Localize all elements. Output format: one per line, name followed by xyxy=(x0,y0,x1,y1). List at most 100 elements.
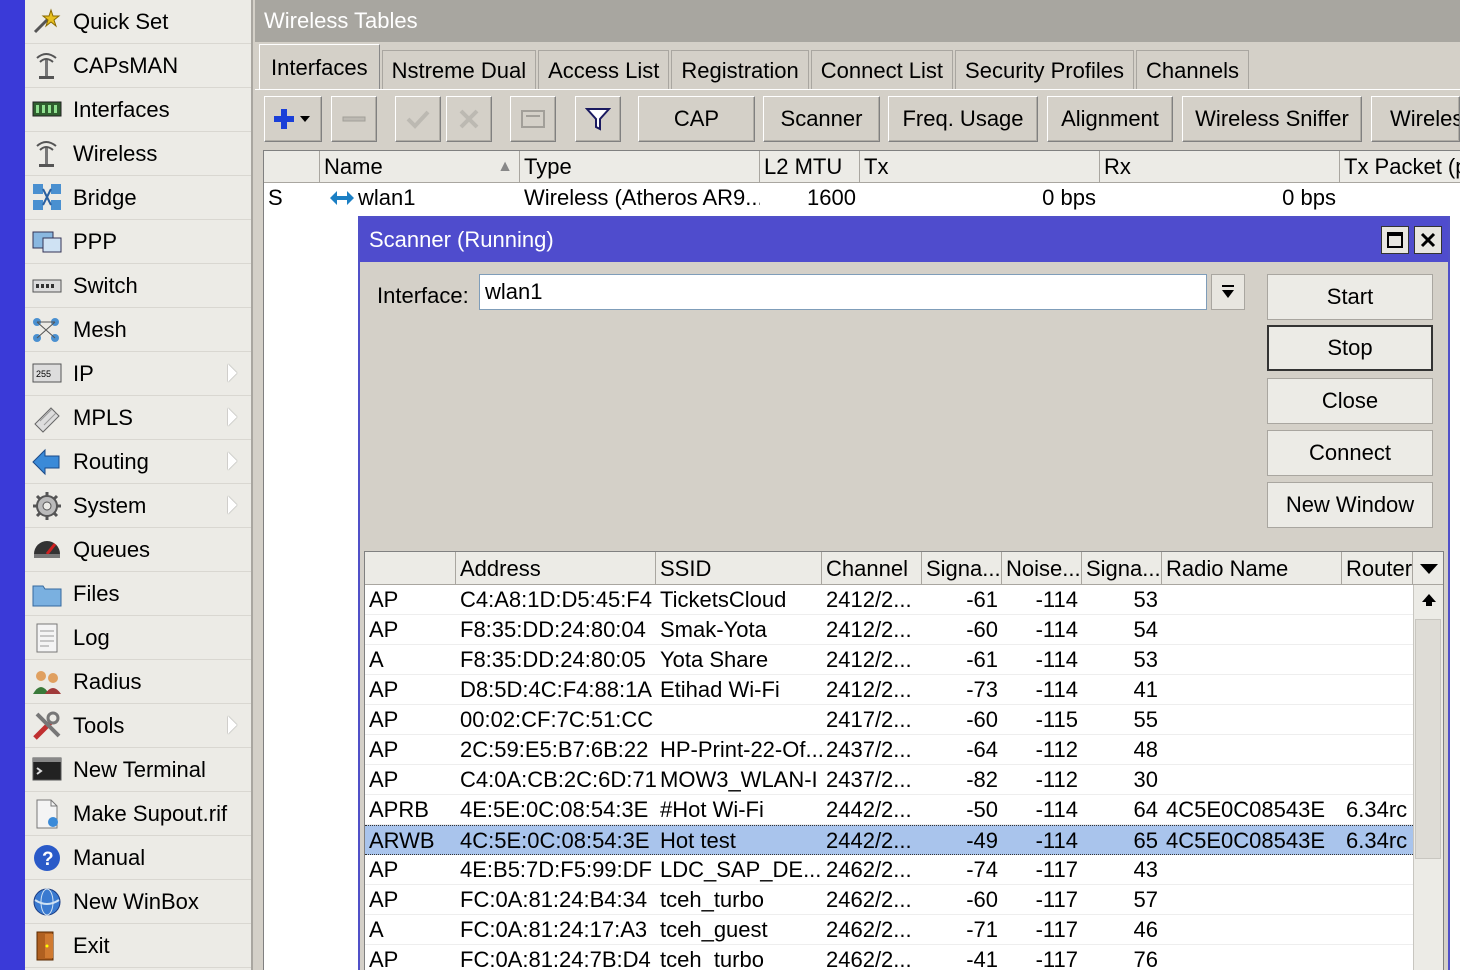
cell-address: 4E:5E:0C:08:54:3E xyxy=(460,797,649,822)
col-ssid[interactable]: SSID xyxy=(656,552,822,585)
cell-ssid: HP-Print-22-Of... xyxy=(660,737,822,762)
interface-dropdown[interactable] xyxy=(1211,274,1245,310)
table-row[interactable]: AP F8:35:DD:24:80:04 Smak-Yota 2412/2... -60… xyxy=(365,615,1413,645)
tab-interfaces[interactable]: Interfaces xyxy=(259,44,380,90)
cell-channel: 2437/2... xyxy=(826,737,912,762)
cell-signal-to-noise: 76 xyxy=(1133,947,1158,970)
table-row[interactable]: AP 4E:B5:7D:F5:99:DF LDC_SAP_DE... 2462/2..… xyxy=(365,855,1413,885)
sidebar-item-capsman[interactable]: CAPsMAN xyxy=(25,44,251,88)
cell-channel: 2412/2... xyxy=(826,587,912,612)
wand-icon xyxy=(30,7,64,37)
col-signal-to-noise[interactable]: Signa... xyxy=(1082,552,1162,585)
sidebar-item-files[interactable]: Files xyxy=(25,572,251,616)
table-row[interactable]: AP D8:5D:4C:F4:88:1A Etihad Wi-Fi 2412/2...… xyxy=(365,675,1413,705)
col-address[interactable]: Address xyxy=(456,552,656,585)
scrollbar-thumb[interactable] xyxy=(1415,619,1441,859)
table-row[interactable]: A FC:0A:81:24:17:A3 tceh_guest 2462/2... -71… xyxy=(365,915,1413,945)
table-row[interactable]: APRB 4E:5E:0C:08:54:3E #Hot Wi-Fi 2442/2...… xyxy=(365,795,1413,825)
col-channel[interactable]: Channel xyxy=(822,552,922,585)
add-button[interactable] xyxy=(264,96,322,142)
sidebar-item-routing[interactable]: Routing xyxy=(25,440,251,484)
sidebar-item-wireless[interactable]: Wireless xyxy=(25,132,251,176)
close-button[interactable]: Close xyxy=(1267,378,1433,424)
table-row[interactable]: A F8:35:DD:24:80:05 Yota Share 2412/2... -61… xyxy=(365,645,1413,675)
cell-address: 00:02:CF:7C:51:CC xyxy=(460,707,654,732)
tab-channels[interactable]: Channels xyxy=(1136,50,1249,90)
submenu-arrow-icon xyxy=(228,716,237,734)
tab-access-list[interactable]: Access List xyxy=(538,50,670,90)
sidebar-item-tools[interactable]: Tools xyxy=(25,704,251,748)
col-router-os[interactable]: Router xyxy=(1342,552,1413,585)
sidebar-item-mpls[interactable]: MPLS xyxy=(25,396,251,440)
cell-flags: APRB xyxy=(369,797,429,822)
alignment-button[interactable]: Alignment xyxy=(1047,96,1173,142)
tab-security-profiles[interactable]: Security Profiles xyxy=(955,50,1134,90)
table-row[interactable]: AP 00:02:CF:7C:51:CC 2417/2... -60 -115 55 xyxy=(365,705,1413,735)
col-name[interactable]: Name ▲ xyxy=(320,151,520,183)
comment-button[interactable] xyxy=(510,96,556,142)
col-flags[interactable] xyxy=(365,552,456,585)
sidebar-item-system[interactable]: System xyxy=(25,484,251,528)
col-signal-strength[interactable]: Signa... xyxy=(922,552,1002,585)
table-row[interactable]: S wlan1 Wireless (Atheros AR9... 1600 0 … xyxy=(264,183,1460,213)
sidebar-item-radius[interactable]: Radius xyxy=(25,660,251,704)
sidebar-item-ip[interactable]: 255 IP xyxy=(25,352,251,396)
tab-connect-list[interactable]: Connect List xyxy=(810,50,954,90)
cell-address: 2C:59:E5:B7:6B:22 xyxy=(460,737,649,762)
sidebar-item-label: Mesh xyxy=(73,316,127,342)
vertical-scrollbar[interactable] xyxy=(1413,585,1443,970)
sidebar-item-interfaces[interactable]: Interfaces xyxy=(25,88,251,132)
enable-button[interactable] xyxy=(395,96,441,142)
sidebar-item-log[interactable]: Log xyxy=(25,616,251,660)
connect-button[interactable]: Connect xyxy=(1267,430,1433,476)
cap-button[interactable]: CAP xyxy=(638,96,755,142)
freq-usage-button[interactable]: Freq. Usage xyxy=(888,96,1038,142)
sidebar-item-queues[interactable]: Queues xyxy=(25,528,251,572)
tab-registration[interactable]: Registration xyxy=(671,50,809,90)
sidebar-item-mesh[interactable]: Mesh xyxy=(25,308,251,352)
maximize-button[interactable] xyxy=(1381,226,1409,254)
cell-signal-to-noise: 30 xyxy=(1133,767,1158,792)
sidebar-item-quick-set[interactable]: Quick Set xyxy=(25,0,251,44)
table-row[interactable]: AP FC:0A:81:24:7B:D4 tceh_turbo 2462/2... -4… xyxy=(365,945,1413,970)
tab-nstreme-dual[interactable]: Nstreme Dual xyxy=(381,50,537,90)
col-l2mtu[interactable]: L2 MTU xyxy=(760,151,860,183)
scroll-up-button[interactable] xyxy=(1414,585,1443,615)
wireless-snooper-button[interactable]: Wireles xyxy=(1371,96,1460,142)
new-window-button[interactable]: New Window xyxy=(1267,482,1433,528)
col-type[interactable]: Type xyxy=(520,151,760,183)
scanner-button[interactable]: Scanner xyxy=(763,96,880,142)
cell-ssid: Etihad Wi-Fi xyxy=(660,677,780,702)
stop-button[interactable]: Stop xyxy=(1267,325,1433,371)
exit-door-icon xyxy=(30,931,64,961)
table-row[interactable]: AP 2C:59:E5:B7:6B:22 HP-Print-22-Of... 2437… xyxy=(365,735,1413,765)
disable-button[interactable] xyxy=(446,96,492,142)
col-noise-floor[interactable]: Noise... xyxy=(1002,552,1082,585)
table-row[interactable]: AP FC:0A:81:24:B4:34 tceh_turbo 2462/2... -6… xyxy=(365,885,1413,915)
col-radio-name[interactable]: Radio Name xyxy=(1162,552,1342,585)
sidebar-item-manual[interactable]: ? Manual xyxy=(25,836,251,880)
close-window-button[interactable] xyxy=(1414,226,1442,254)
col-tx-packet[interactable]: Tx Packet (p xyxy=(1340,151,1460,183)
sidebar-item-new-winbox[interactable]: New WinBox xyxy=(25,880,251,924)
wireless-sniffer-button[interactable]: Wireless Sniffer xyxy=(1182,96,1362,142)
sidebar-item-ppp[interactable]: PPP xyxy=(25,220,251,264)
remove-button[interactable] xyxy=(331,96,377,142)
sidebar-item-new-terminal[interactable]: New Terminal xyxy=(25,748,251,792)
column-menu-button[interactable] xyxy=(1413,552,1443,585)
sidebar-item-switch[interactable]: Switch xyxy=(25,264,251,308)
cell-router-os: 6.34rc xyxy=(1346,797,1408,822)
col-flags[interactable] xyxy=(264,151,320,183)
table-row[interactable]: AP C4:0A:CB:2C:6D:71 MOW3_WLAN-I 2437/2... -… xyxy=(365,765,1413,795)
sidebar-item-make-supout-rif[interactable]: Make Supout.rif xyxy=(25,792,251,836)
start-button[interactable]: Start xyxy=(1267,274,1433,320)
interface-input[interactable]: wlan1 xyxy=(479,274,1207,310)
cell-noise-floor: -117 xyxy=(1035,917,1078,942)
sidebar-item-bridge[interactable]: Bridge xyxy=(25,176,251,220)
col-rx[interactable]: Rx xyxy=(1100,151,1340,183)
sidebar-item-exit[interactable]: Exit xyxy=(25,924,251,968)
table-row[interactable]: AP C4:A8:1D:D5:45:F4 TicketsCloud 2412/2...… xyxy=(365,585,1413,615)
table-row[interactable]: ARWB 4C:5E:0C:08:54:3E Hot test 2442/2... -4… xyxy=(365,825,1413,855)
col-tx[interactable]: Tx xyxy=(860,151,1100,183)
filter-button[interactable] xyxy=(575,96,621,142)
